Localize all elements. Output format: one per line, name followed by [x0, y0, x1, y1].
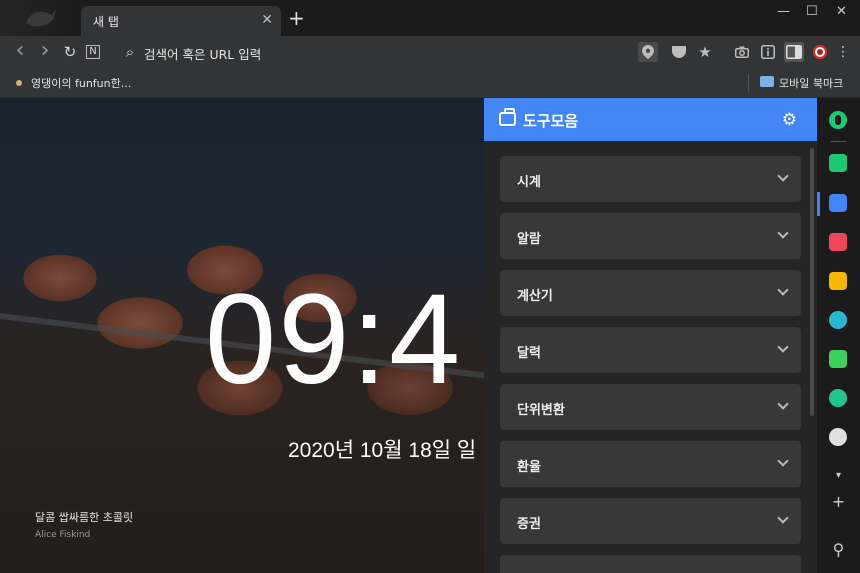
mobile-bookmarks-folder[interactable]: 모바일 북마크 [779, 75, 843, 91]
bookmark-favicon [16, 80, 22, 86]
bookmark-star-app-icon[interactable] [829, 272, 847, 290]
toolbox-app-icon[interactable] [829, 194, 847, 212]
address-bar-input[interactable]: 검색어 혹은 URL 입력 [144, 44, 261, 63]
tool-item-unit-converter[interactable]: 단위변환 [500, 384, 801, 430]
tool-item-label: 단위변환 [517, 403, 565, 418]
chatgpt-app-icon[interactable] [829, 428, 847, 446]
reload-icon[interactable]: ↻ [60, 42, 80, 62]
tool-item-alarm[interactable]: 알람 [500, 213, 801, 259]
chevron-down-icon [777, 284, 789, 296]
tool-item-calculator[interactable]: 계산기 [500, 270, 801, 316]
tool-item-label: 알람 [517, 232, 541, 247]
chevron-down-icon [777, 398, 789, 410]
sidebar-toggle-icon[interactable] [784, 42, 804, 62]
maximize-button[interactable]: ☐ [806, 4, 818, 19]
map-pin-icon[interactable] [638, 42, 658, 62]
tool-item-partial[interactable] [500, 555, 801, 573]
alarm-app-icon[interactable] [829, 154, 847, 172]
bookmarks-bar: 영댕이의 funfun한... 모바일 북마크 [0, 68, 860, 98]
menu-icon[interactable]: ⋮ [833, 42, 853, 62]
search-icon: ⌕ [125, 43, 135, 61]
browser-window: 새 탭 ✕ + — ☐ ✕ ‹ › ↻ N ⌕ 검색어 혹은 URL 입력 ★ [0, 0, 860, 573]
back-icon[interactable]: ‹ [10, 40, 30, 62]
tab-title: 새 탭 [93, 15, 119, 29]
tool-item-exchange-rate[interactable]: 환율 [500, 441, 801, 487]
bookmark-item[interactable]: 영댕이의 funfun한... [31, 75, 131, 91]
tool-item-label: 환율 [517, 460, 541, 475]
photo-author[interactable]: Alice Fiskind [35, 530, 90, 540]
chevron-down-icon [777, 455, 789, 467]
tab-new-tab[interactable]: 새 탭 ✕ [81, 6, 281, 36]
pocket-app-icon[interactable] [829, 233, 847, 251]
chevron-down-icon [777, 170, 789, 182]
tool-item-label: 달력 [517, 346, 541, 361]
tab-close-icon[interactable]: ✕ [261, 12, 273, 28]
green-square-app-icon[interactable] [829, 350, 847, 368]
naver-home-icon[interactable]: N [86, 45, 100, 59]
tool-item-calendar[interactable]: 달력 [500, 327, 801, 373]
info-icon[interactable] [758, 42, 778, 62]
whale-logo-icon [26, 9, 56, 27]
add-app-button[interactable]: + [817, 492, 860, 511]
chevron-down-icon [777, 512, 789, 524]
panel-scrollbar[interactable] [810, 148, 814, 416]
more-apps-icon[interactable]: ▾ [817, 470, 860, 481]
active-indicator [817, 192, 820, 216]
close-window-button[interactable]: ✕ [836, 4, 847, 19]
gear-icon[interactable]: ⚙ [782, 110, 797, 130]
minimize-button[interactable]: — [777, 4, 790, 19]
clock-date: 2020년 10월 18일 일 [288, 439, 477, 462]
photo-title[interactable]: 달콤 쌉싸름한 초콜릿 [35, 509, 133, 525]
tools-sidebar-panel: 도구모음 ⚙ 시계 알람 계산기 달력 단위변환 환율 증권 [484, 98, 817, 573]
panel-title: 도구모음 [523, 112, 579, 130]
whale-logo [0, 0, 80, 36]
panel-header: 도구모음 ⚙ [484, 98, 817, 141]
chevron-down-icon [777, 341, 789, 353]
folder-icon [760, 76, 774, 87]
tool-item-label: 증권 [517, 517, 541, 532]
new-tab-button[interactable]: + [288, 8, 305, 28]
tool-item-clock[interactable]: 시계 [500, 156, 801, 202]
right-sidebar: ▾ + ⚲ [817, 98, 860, 573]
play-app-icon[interactable] [829, 389, 847, 407]
toolbox-icon [499, 108, 516, 126]
navigation-toolbar: ‹ › ↻ N ⌕ 검색어 혹은 URL 입력 ★ ⋮ [0, 36, 860, 68]
bookmark-separator [748, 74, 749, 92]
whale-profile-icon[interactable] [810, 42, 830, 62]
tab-strip: 새 탭 ✕ + — ☐ ✕ [0, 0, 860, 36]
chevron-down-icon [777, 227, 789, 239]
edge-app-icon[interactable] [829, 311, 847, 329]
tool-item-stocks[interactable]: 증권 [500, 498, 801, 544]
pin-icon[interactable]: ⚲ [817, 540, 860, 559]
new-tab-page: 09:4 2020년 10월 18일 일 달콤 쌉싸름한 초콜릿 Alice F… [0, 98, 484, 573]
tool-item-label: 시계 [517, 175, 541, 190]
tool-item-label: 계산기 [517, 289, 553, 304]
pocket-icon[interactable] [669, 42, 689, 62]
camera-icon[interactable] [732, 42, 752, 62]
app-icon-inner [835, 115, 841, 125]
star-icon[interactable]: ★ [695, 42, 715, 62]
forward-icon[interactable]: › [35, 40, 55, 62]
sidebar-separator [831, 141, 846, 142]
clock-time: 09:4 [205, 268, 463, 411]
